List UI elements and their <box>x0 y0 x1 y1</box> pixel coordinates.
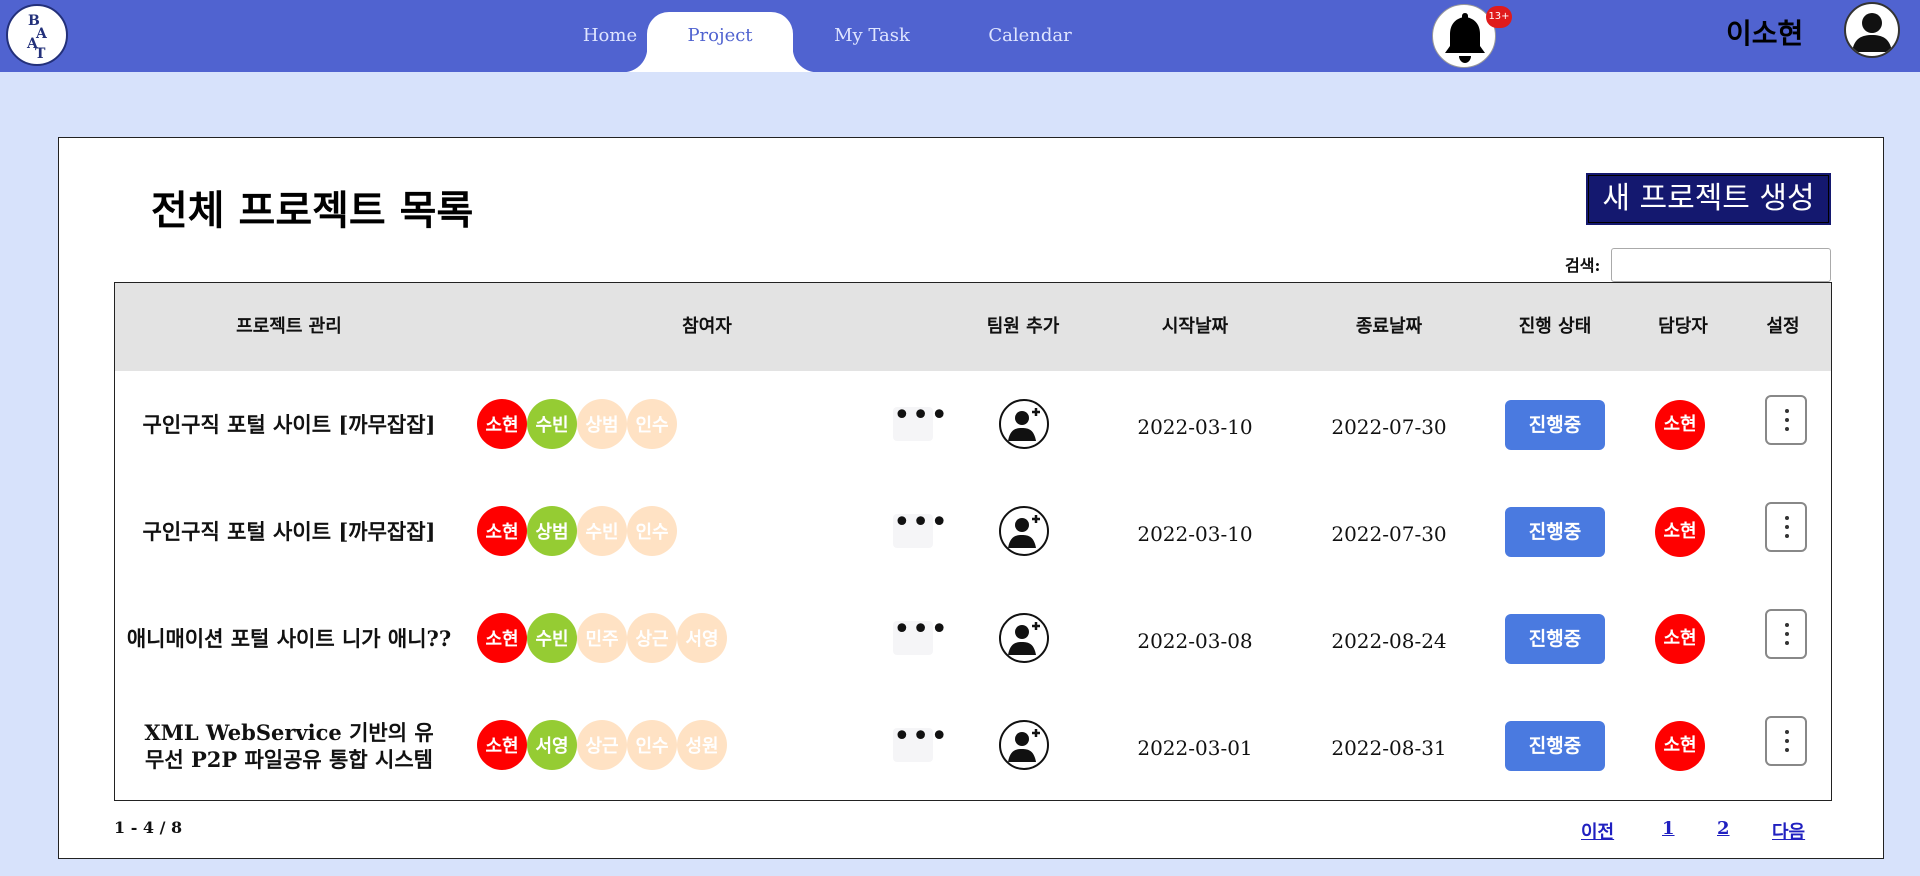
pagination-prev[interactable]: 이전 <box>1581 818 1614 844</box>
new-project-button[interactable]: 새 프로젝트 생성 <box>1586 173 1831 225</box>
row-settings-button[interactable] <box>1765 716 1807 766</box>
member-chip: 상범 <box>577 399 627 449</box>
nav-tab-my-task[interactable]: My Task <box>802 12 942 72</box>
add-user-icon <box>1008 515 1040 548</box>
table-row[interactable]: 구인구직 포털 사이트 [까무잡잡] 소현 상범 수빈 인수 ••• 2022-… <box>115 478 1831 585</box>
pagination-next[interactable]: 다음 <box>1772 818 1805 844</box>
end-date: 2022-08-24 <box>1331 629 1447 653</box>
member-chip: 수빈 <box>527 613 577 663</box>
table-row[interactable]: XML WebService 기반의 유무선 P2P 파일공유 통합 시스템 소… <box>115 692 1831 799</box>
member-chip: 상근 <box>577 720 627 770</box>
more-members-button[interactable]: ••• <box>893 722 948 762</box>
header-settings: 설정 <box>1766 316 1800 337</box>
header-members: 참여자 <box>682 316 732 337</box>
user-avatar[interactable] <box>1844 2 1900 58</box>
header-project: 프로젝트 관리 <box>236 316 342 337</box>
notification-count-badge: 13+ <box>1486 6 1512 28</box>
member-chip: 소현 <box>477 720 527 770</box>
member-chip: 상근 <box>627 613 677 663</box>
add-member-button[interactable] <box>999 613 1049 663</box>
logo[interactable]: B A A T <box>6 4 68 66</box>
add-member-button[interactable] <box>999 506 1049 556</box>
nav-tab-project[interactable]: Project <box>623 12 817 72</box>
more-members-button[interactable]: ••• <box>893 401 948 441</box>
header-start-date: 시작날짜 <box>1161 316 1229 337</box>
project-table: 프로젝트 관리 참여자 팀원 추가 시작날짜 종료날짜 진행 상태 담당자 설정… <box>114 282 1832 801</box>
header-add-member: 팀원 추가 <box>986 316 1060 337</box>
member-chip: 상범 <box>527 506 577 556</box>
row-settings-button[interactable] <box>1765 395 1807 445</box>
page-title: 전체 프로젝트 목록 <box>151 187 474 234</box>
start-date: 2022-03-10 <box>1137 522 1253 546</box>
member-chip: 성원 <box>677 720 727 770</box>
table-row[interactable]: 구인구직 포털 사이트 [까무잡잡] 소현 수빈 상범 인수 ••• 2022-… <box>115 371 1831 478</box>
member-chip: 소현 <box>477 613 527 663</box>
end-date: 2022-07-30 <box>1331 415 1447 439</box>
user-icon <box>1852 13 1892 52</box>
member-chip: 인수 <box>627 399 677 449</box>
table-row[interactable]: 애니매이션 포털 사이트 니가 애니?? 소현 수빈 민주 상근 서영 ••• … <box>115 585 1831 692</box>
member-chips: 소현 서영 상근 인수 성원 <box>477 720 727 772</box>
status-button[interactable]: 진행중 <box>1505 721 1605 771</box>
member-chips: 소현 수빈 상범 인수 <box>477 399 677 451</box>
row-settings-button[interactable] <box>1765 502 1807 552</box>
add-user-icon <box>1008 408 1040 441</box>
project-name[interactable]: 애니매이션 포털 사이트 니가 애니?? <box>115 585 463 692</box>
project-name[interactable]: 구인구직 포털 사이트 [까무잡잡] <box>115 371 463 478</box>
owner-chip: 소현 <box>1655 400 1705 450</box>
member-chip: 인수 <box>627 720 677 770</box>
status-button[interactable]: 진행중 <box>1505 614 1605 664</box>
project-name[interactable]: XML WebService 기반의 유무선 P2P 파일공유 통합 시스템 <box>115 692 463 799</box>
add-member-button[interactable] <box>999 720 1049 770</box>
row-settings-button[interactable] <box>1765 609 1807 659</box>
header-end-date: 종료날짜 <box>1355 316 1423 337</box>
add-user-icon <box>1008 729 1040 762</box>
owner-chip: 소현 <box>1655 721 1705 771</box>
more-members-button[interactable]: ••• <box>893 615 948 655</box>
project-name[interactable]: 구인구직 포털 사이트 [까무잡잡] <box>115 478 463 585</box>
table-header: 프로젝트 관리 참여자 팀원 추가 시작날짜 종료날짜 진행 상태 담당자 설정 <box>115 283 1831 371</box>
nav-tab-calendar[interactable]: Calendar <box>960 12 1100 72</box>
username: 이소현 <box>1726 17 1804 50</box>
member-chip: 서영 <box>677 613 727 663</box>
header-owner: 담당자 <box>1658 316 1708 337</box>
search-label: 검색: <box>1565 256 1601 275</box>
status-button[interactable]: 진행중 <box>1505 400 1605 450</box>
header-status: 진행 상태 <box>1518 316 1592 337</box>
owner-chip: 소현 <box>1655 614 1705 664</box>
end-date: 2022-07-30 <box>1331 522 1447 546</box>
member-chip: 수빈 <box>527 399 577 449</box>
end-date: 2022-08-31 <box>1331 736 1447 760</box>
owner-chip: 소현 <box>1655 507 1705 557</box>
member-chip: 수빈 <box>577 506 627 556</box>
search-input[interactable] <box>1611 248 1831 282</box>
member-chips: 소현 수빈 민주 상근 서영 <box>477 613 727 665</box>
status-button[interactable]: 진행중 <box>1505 507 1605 557</box>
start-date: 2022-03-01 <box>1137 736 1253 760</box>
member-chip: 서영 <box>527 720 577 770</box>
project-list-card: 전체 프로젝트 목록 새 프로젝트 생성 검색: 프로젝트 관리 참여자 팀원 … <box>58 137 1884 859</box>
pagination-info: 1 - 4 / 8 <box>114 818 183 837</box>
member-chip: 소현 <box>477 399 527 449</box>
more-members-button[interactable]: ••• <box>893 508 948 548</box>
member-chip: 민주 <box>577 613 627 663</box>
pagination-page-2[interactable]: 2 <box>1717 818 1730 839</box>
member-chip: 인수 <box>627 506 677 556</box>
top-nav-bar: B A A T Home Project My Task Calendar 13… <box>0 0 1920 72</box>
member-chips: 소현 상범 수빈 인수 <box>477 506 677 558</box>
pagination-page-1[interactable]: 1 <box>1662 818 1675 839</box>
add-member-button[interactable] <box>999 399 1049 449</box>
member-chip: 소현 <box>477 506 527 556</box>
add-user-icon <box>1008 622 1040 655</box>
start-date: 2022-03-10 <box>1137 415 1253 439</box>
start-date: 2022-03-08 <box>1137 629 1253 653</box>
